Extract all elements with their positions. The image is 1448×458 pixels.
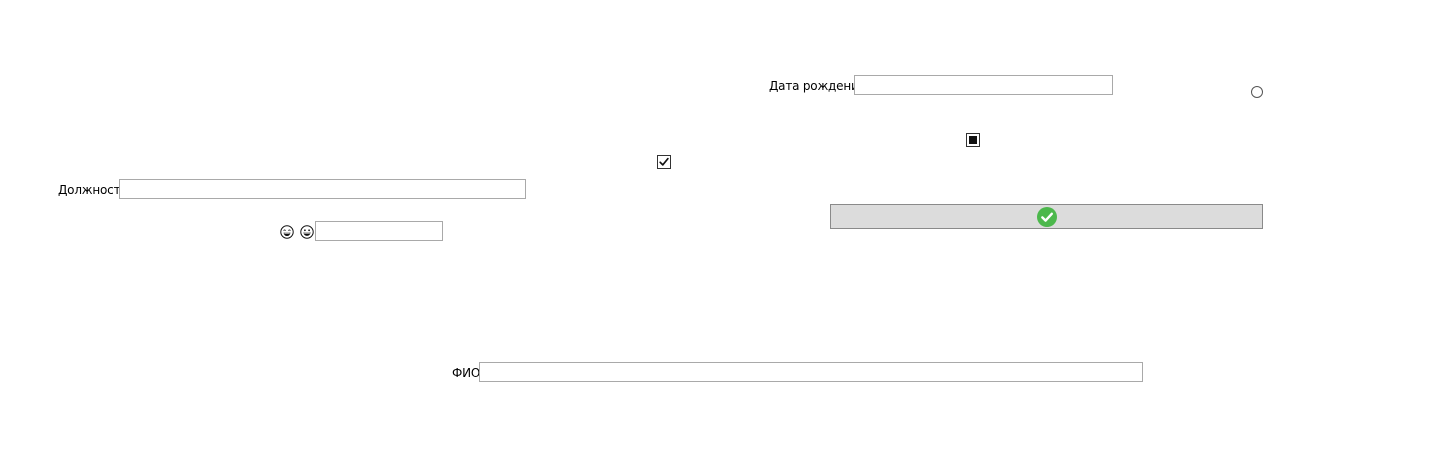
birth-date-input[interactable]: [854, 75, 1113, 95]
checkmark-icon: [659, 157, 669, 166]
full-name-input[interactable]: [479, 362, 1143, 382]
laughing-emoji-icon: [280, 225, 294, 239]
indeterminate-mark-icon: [969, 136, 977, 144]
position-label: Должность: [58, 183, 128, 197]
radio-button[interactable]: [1251, 86, 1263, 98]
position-input[interactable]: [119, 179, 526, 199]
indeterminate-checkbox[interactable]: [966, 133, 980, 147]
birth-date-label: Дата рождения: [769, 79, 866, 93]
full-name-label: ФИО: [452, 366, 481, 380]
emoji-text-input[interactable]: [315, 221, 443, 241]
submit-button[interactable]: [830, 204, 1263, 229]
check-circle-icon: [1036, 206, 1057, 227]
grinning-emoji-icon: [300, 225, 314, 239]
checked-checkbox[interactable]: [657, 155, 671, 169]
